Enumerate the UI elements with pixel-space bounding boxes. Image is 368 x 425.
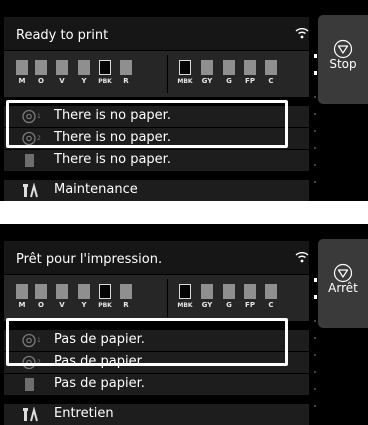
ink-cartridge-g: G (220, 60, 238, 86)
ink-cartridge-mbk: MBK (176, 60, 194, 86)
cut-sheet-icon (25, 378, 34, 391)
printer-status-text: Prêt pour l'impression. (16, 252, 163, 267)
ink-cartridge-m: M (13, 60, 31, 86)
paper-row-cut-sheet[interactable]: Pas de papier. (4, 374, 309, 395)
paper-status-cut-sheet: There is no paper. (54, 152, 171, 167)
maintenance-row[interactable]: Maintenance (4, 180, 309, 201)
paper-row-cut-sheet[interactable]: There is no paper. (4, 150, 309, 171)
stop-icon (333, 263, 353, 283)
ink-cartridge-y: Y (75, 60, 93, 86)
ink-cartridge-pbk: PBK (96, 60, 114, 86)
ink-cartridge-r: R (117, 284, 135, 310)
ink-cartridge-mbk: MBK (176, 284, 194, 310)
printer-status-text: Ready to print (16, 28, 109, 43)
ink-level-panel[interactable]: M O V Y PBK R MBK GY G FP C (4, 51, 309, 97)
maintenance-label: Entretien (54, 406, 114, 421)
stop-button-label: Arrêt (328, 281, 358, 295)
ink-cartridge-c: C (262, 284, 280, 310)
maintenance-label: Maintenance (54, 182, 138, 197)
maintenance-icon (23, 407, 38, 422)
ink-cartridge-fp: FP (241, 284, 259, 310)
ink-cartridge-o: O (32, 284, 50, 310)
stop-icon (333, 39, 353, 59)
highlight-frame (6, 100, 288, 148)
maintenance-row[interactable]: Entretien (4, 404, 309, 425)
ink-cartridge-v: V (53, 60, 71, 86)
ink-cartridge-gy: GY (198, 284, 216, 310)
ink-cartridge-v: V (53, 284, 71, 310)
stop-button[interactable]: Stop (318, 15, 368, 104)
wifi-icon (295, 28, 309, 39)
maintenance-icon (23, 183, 38, 198)
ink-divider (167, 279, 168, 317)
ink-cartridge-o: O (32, 60, 50, 86)
ink-cartridge-pbk: PBK (96, 284, 114, 310)
stop-button[interactable]: Arrêt (318, 239, 368, 328)
ink-cartridge-g: G (220, 284, 238, 310)
cut-sheet-icon (25, 154, 34, 167)
paper-status-cut-sheet: Pas de papier. (54, 376, 145, 391)
ink-cartridge-m: M (13, 284, 31, 310)
ink-cartridge-r: R (117, 60, 135, 86)
stop-button-label: Stop (329, 57, 357, 71)
ink-level-panel[interactable]: M O V Y PBK R MBK GY G FP C (4, 275, 309, 321)
ink-cartridge-gy: GY (198, 60, 216, 86)
ink-cartridge-c: C (262, 60, 280, 86)
wifi-icon (295, 252, 309, 263)
highlight-frame (6, 318, 288, 366)
ink-divider (167, 55, 168, 93)
printer-panel-english: Ready to print M O V Y PBK R MBK GY G FP… (0, 0, 368, 201)
printer-panel-french: Prêt pour l'impression. M O V Y PBK R MB… (0, 224, 368, 425)
ink-cartridge-y: Y (75, 284, 93, 310)
ink-cartridge-fp: FP (241, 60, 259, 86)
